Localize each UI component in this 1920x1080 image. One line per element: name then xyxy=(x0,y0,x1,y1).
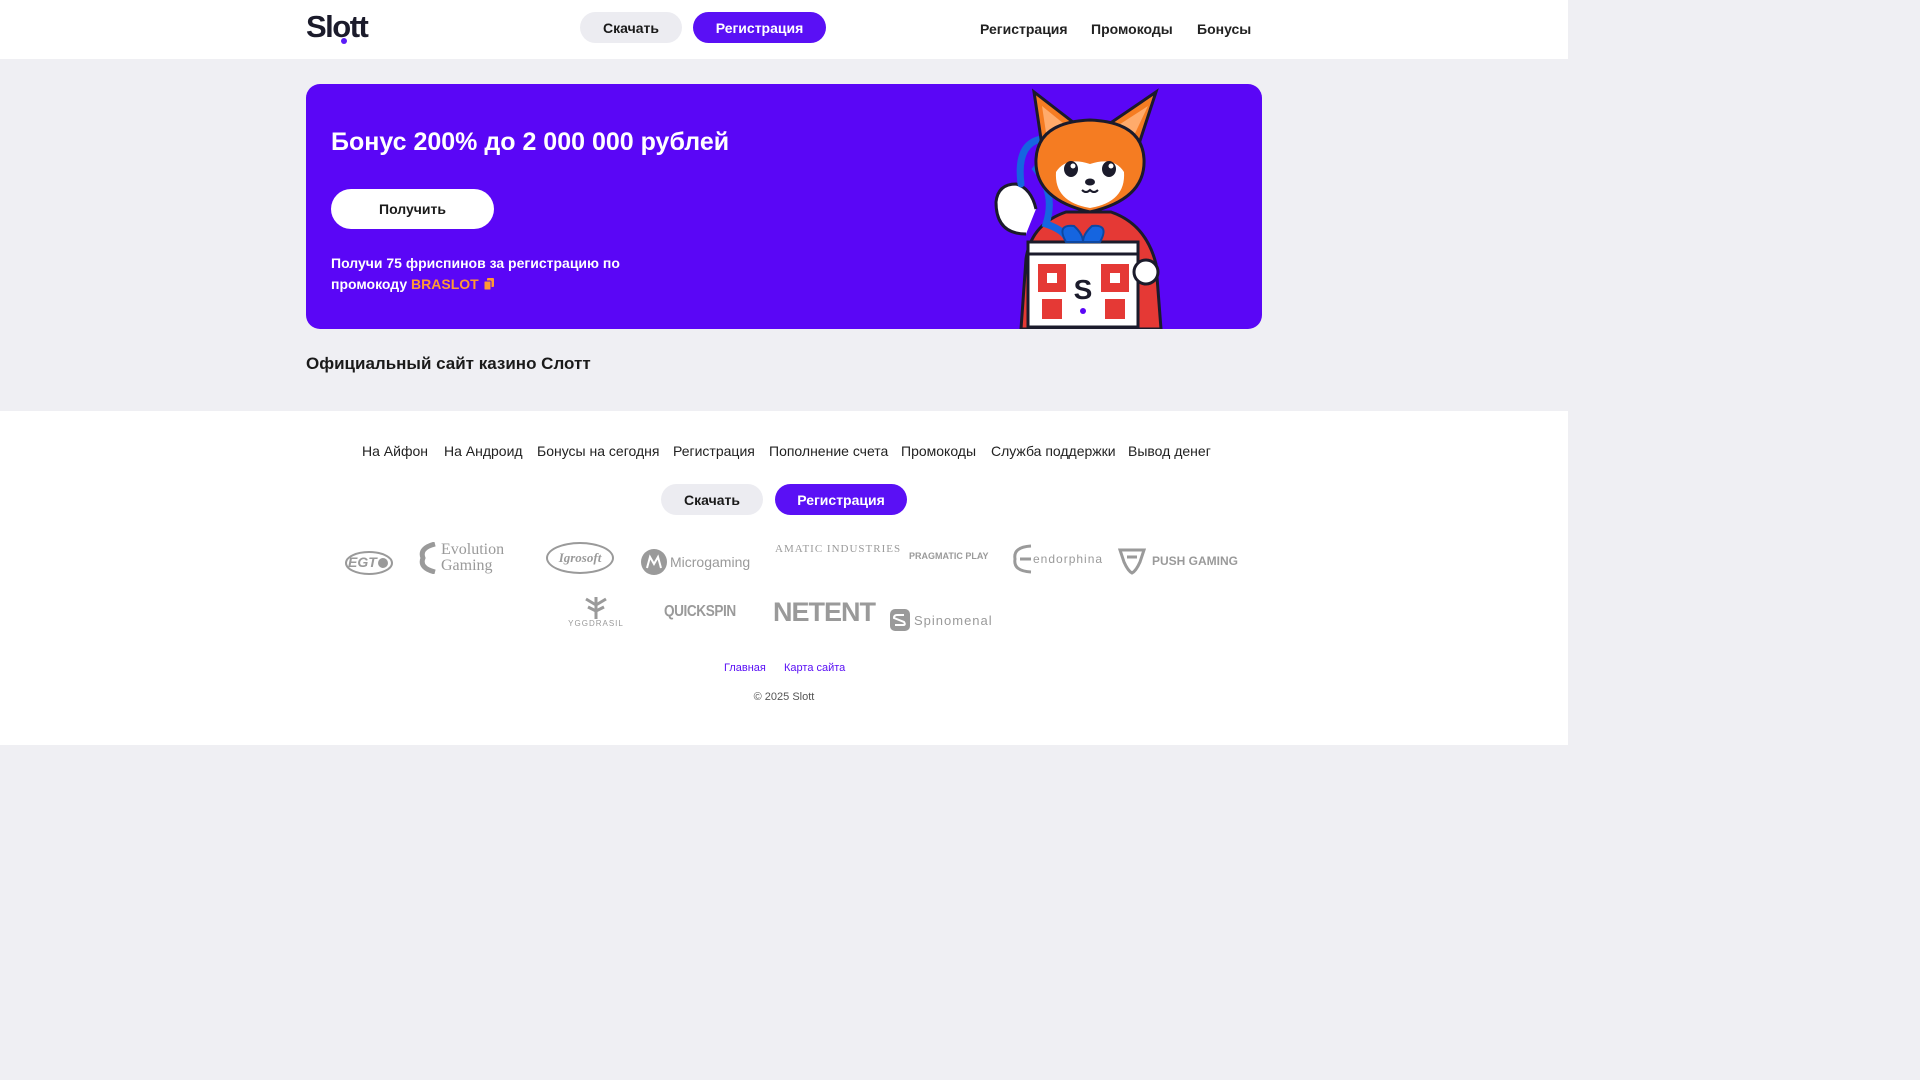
copyright: © 2025 Slott xyxy=(753,691,815,703)
footer-link-home[interactable]: Главная xyxy=(724,662,766,674)
provider-logo-egt: EGT xyxy=(345,550,393,576)
footer-download-button[interactable]: Скачать xyxy=(661,484,763,515)
provider-logo-microgaming: Microgaming xyxy=(641,549,750,575)
copy-icon[interactable] xyxy=(483,278,494,290)
footer-link-iphone[interactable]: На Айфон xyxy=(362,443,428,459)
header-register-button[interactable]: Регистрация xyxy=(693,12,826,43)
provider-logo-amatic: AMATIC INDUSTRIES xyxy=(775,543,902,555)
footer-link-deposit[interactable]: Пополнение счета xyxy=(769,443,888,459)
provider-logo-pragmatic: PRAGMATIC PLAY xyxy=(909,551,989,561)
provider-logo-netent: NETENT xyxy=(773,597,876,627)
provider-logo-evolution: Evolution Gaming xyxy=(419,542,519,574)
footer-link-withdrawal[interactable]: Вывод денег xyxy=(1128,443,1211,459)
nav-link-promocodes[interactable]: Промокоды xyxy=(1091,21,1173,37)
footer-link-bonuses-today[interactable]: Бонусы на сегодня xyxy=(537,443,659,459)
header-download-button[interactable]: Скачать xyxy=(580,12,682,43)
top-header: Slott Скачать Регистрация Регистрация Пр… xyxy=(0,0,1568,59)
logo-dot-icon xyxy=(341,38,347,44)
nav-link-bonuses[interactable]: Бонусы xyxy=(1197,21,1251,37)
provider-logo-endorphina: endorphina xyxy=(1011,543,1103,575)
promo-code[interactable]: BRASLOT xyxy=(411,276,479,292)
footer-link-android[interactable]: На Андроид xyxy=(444,443,523,459)
footer-link-registration[interactable]: Регистрация xyxy=(673,443,755,459)
site-logo[interactable]: Slott xyxy=(306,10,369,44)
svg-text:S: S xyxy=(1074,274,1093,305)
footer-link-promocodes[interactable]: Промокоды xyxy=(901,443,976,459)
banner-get-button[interactable]: Получить xyxy=(331,189,494,229)
nav-link-registration[interactable]: Регистрация xyxy=(980,21,1068,37)
fox-mascot-icon: S xyxy=(994,88,1163,329)
bonus-banner: Бонус 200% до 2 000 000 рублей Получить … xyxy=(306,84,1262,329)
banner-title: Бонус 200% до 2 000 000 рублей xyxy=(331,128,730,156)
provider-logo-yggdrasil: YGGDRASIL xyxy=(568,597,623,628)
footer-register-button[interactable]: Регистрация xyxy=(775,484,907,515)
section-title: Официальный сайт казино Слотт xyxy=(306,354,591,373)
footer-link-support[interactable]: Служба поддержки xyxy=(991,443,1116,459)
provider-logo-quickspin: QUICKSPIN xyxy=(664,603,736,620)
footer-link-sitemap[interactable]: Карта сайта xyxy=(784,662,845,674)
provider-logo-igrosoft: Igrosoft xyxy=(546,542,614,574)
provider-logo-spinomenal: Spinomenal xyxy=(890,609,993,631)
footer: На Айфон На Андроид Бонусы на сегодня Ре… xyxy=(0,411,1568,745)
banner-promo-text: Получи 75 фриспинов за регистрацию по пр… xyxy=(331,253,651,295)
provider-logo-push-gaming: PUSH GAMING xyxy=(1118,547,1238,575)
